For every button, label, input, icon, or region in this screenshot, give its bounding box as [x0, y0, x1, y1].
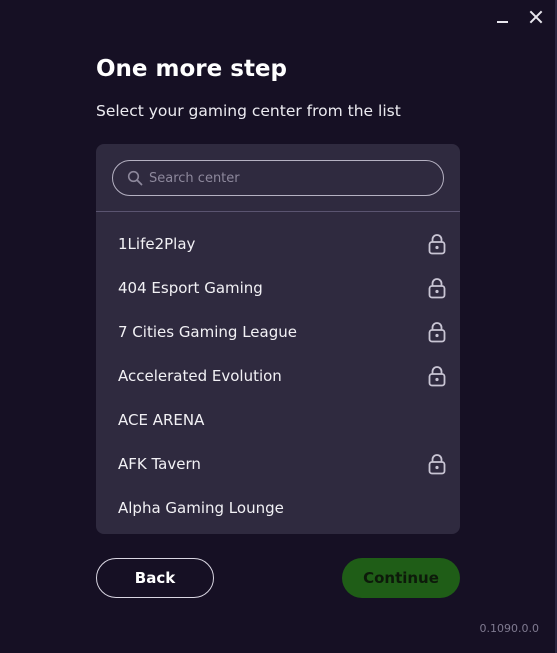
- lock-icon: [428, 365, 446, 387]
- minimize-button[interactable]: [491, 6, 513, 28]
- window-controls: [491, 6, 547, 28]
- center-list-panel: 1Life2Play 404 Esport Gaming 7 Cities Gami…: [96, 144, 460, 534]
- lock-icon: [428, 453, 446, 475]
- center-name: Accelerated Evolution: [118, 367, 282, 385]
- version-label: 0.1090.0.0: [479, 622, 539, 635]
- list-item[interactable]: AFK Tavern: [96, 442, 460, 486]
- center-name: Alpha Gaming Lounge: [118, 499, 284, 517]
- lock-icon: [428, 321, 446, 343]
- close-icon: [529, 10, 543, 24]
- list-item[interactable]: 1Life2Play: [96, 222, 460, 266]
- lock-icon: [428, 277, 446, 299]
- center-name: ACE ARENA: [118, 411, 205, 429]
- list-item[interactable]: Accelerated Evolution: [96, 354, 460, 398]
- center-name: 7 Cities Gaming League: [118, 323, 297, 341]
- search-box[interactable]: [112, 160, 444, 196]
- search-icon: [127, 170, 143, 186]
- center-name: 1Life2Play: [118, 235, 196, 253]
- list-item[interactable]: ACE ARENA: [96, 398, 460, 442]
- center-name: AFK Tavern: [118, 455, 201, 473]
- page-subtitle: Select your gaming center from the list: [96, 102, 401, 120]
- center-name: 404 Esport Gaming: [118, 279, 263, 297]
- list-item[interactable]: Alpha Gaming Lounge: [96, 486, 460, 530]
- list-item[interactable]: 7 Cities Gaming League: [96, 310, 460, 354]
- lock-icon: [428, 233, 446, 255]
- page-title: One more step: [96, 56, 287, 82]
- continue-button[interactable]: Continue: [342, 558, 460, 598]
- minimize-icon: [496, 21, 508, 23]
- back-button[interactable]: Back: [96, 558, 214, 598]
- search-area: [96, 144, 460, 212]
- close-button[interactable]: [525, 6, 547, 28]
- search-input[interactable]: [149, 170, 429, 186]
- center-list: 1Life2Play 404 Esport Gaming 7 Cities Gami…: [96, 212, 460, 530]
- list-item[interactable]: 404 Esport Gaming: [96, 266, 460, 310]
